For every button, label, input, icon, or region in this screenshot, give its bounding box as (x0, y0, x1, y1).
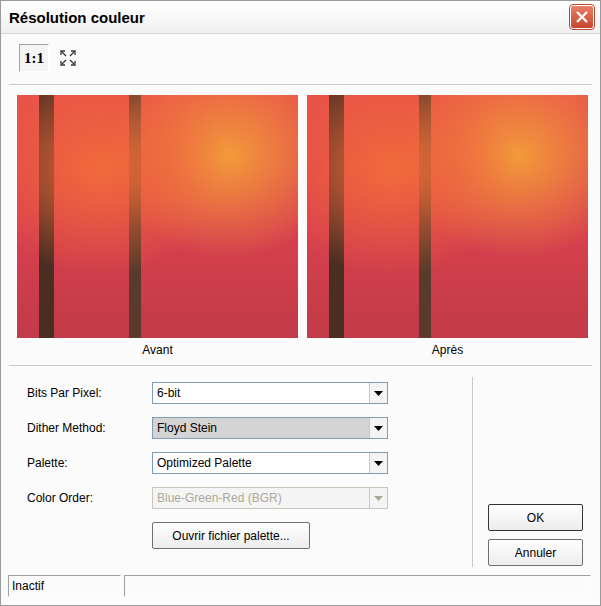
preview-pane: Avant (17, 95, 298, 365)
toolbar: 1:1 (1, 34, 600, 84)
field-label: Bits Par Pixel: (27, 386, 152, 400)
status-bar: Inactif (1, 575, 600, 605)
dropdown-value: Blue-Green-Red (BGR) (153, 489, 369, 507)
fit-screen-icon (59, 49, 77, 67)
close-button[interactable] (570, 5, 594, 29)
dropdown: Blue-Green-Red (BGR) (152, 487, 388, 509)
form-row: Color Order:Blue-Green-Red (BGR) (27, 487, 388, 509)
down-arrow-icon (374, 496, 383, 501)
dialog-buttons: OK Annuler (488, 367, 583, 575)
dropdown-value: 6-bit (153, 384, 369, 402)
dropdown-value: Optimized Palette (153, 454, 369, 472)
down-arrow-icon (374, 391, 383, 396)
title-bar: Résolution couleur (1, 1, 600, 34)
separator (472, 377, 474, 567)
status-text: Inactif (8, 575, 121, 597)
field-label: Color Order: (27, 491, 152, 505)
settings-form: Bits Par Pixel:6-bit Dither Method:Floyd … (27, 367, 388, 575)
dropdown-arrow (369, 453, 387, 473)
form-row: Palette:Optimized Palette (27, 452, 388, 474)
field-label: Palette: (27, 456, 152, 470)
dropdown-arrow (369, 383, 387, 403)
dropdown[interactable]: Floyd Stein (152, 417, 388, 439)
separator (9, 365, 592, 367)
preview-pane: Après (307, 95, 588, 365)
status-pane (124, 575, 591, 597)
preview-image (17, 95, 298, 338)
dropdown-value: Floyd Stein (153, 419, 369, 437)
dropdown-arrow (369, 488, 387, 508)
field-label: Dither Method: (27, 421, 152, 435)
close-icon (576, 11, 588, 23)
preview-image (307, 95, 588, 338)
cancel-button[interactable]: Annuler (488, 539, 583, 566)
dropdown[interactable]: 6-bit (152, 382, 388, 404)
preview-caption: Avant (17, 338, 298, 365)
down-arrow-icon (374, 461, 383, 466)
window-title: Résolution couleur (9, 9, 145, 26)
dialog-window: Résolution couleur1:1AvantAprèsBits Par … (0, 0, 601, 606)
form-row: Bits Par Pixel:6-bit (27, 382, 388, 404)
form-row: Dither Method:Floyd Stein (27, 417, 388, 439)
open-palette-button[interactable]: Ouvrir fichier palette... (152, 522, 310, 549)
ok-button[interactable]: OK (488, 504, 583, 531)
dropdown-arrow (369, 418, 387, 438)
actual-size-button[interactable]: 1:1 (19, 44, 49, 72)
settings-area: Bits Par Pixel:6-bit Dither Method:Floyd … (1, 367, 600, 575)
dropdown[interactable]: Optimized Palette (152, 452, 388, 474)
preview-area: Avant Après (1, 86, 600, 365)
separator (9, 84, 592, 86)
fit-button[interactable] (53, 44, 83, 72)
preview-caption: Après (307, 338, 588, 365)
down-arrow-icon (374, 426, 383, 431)
